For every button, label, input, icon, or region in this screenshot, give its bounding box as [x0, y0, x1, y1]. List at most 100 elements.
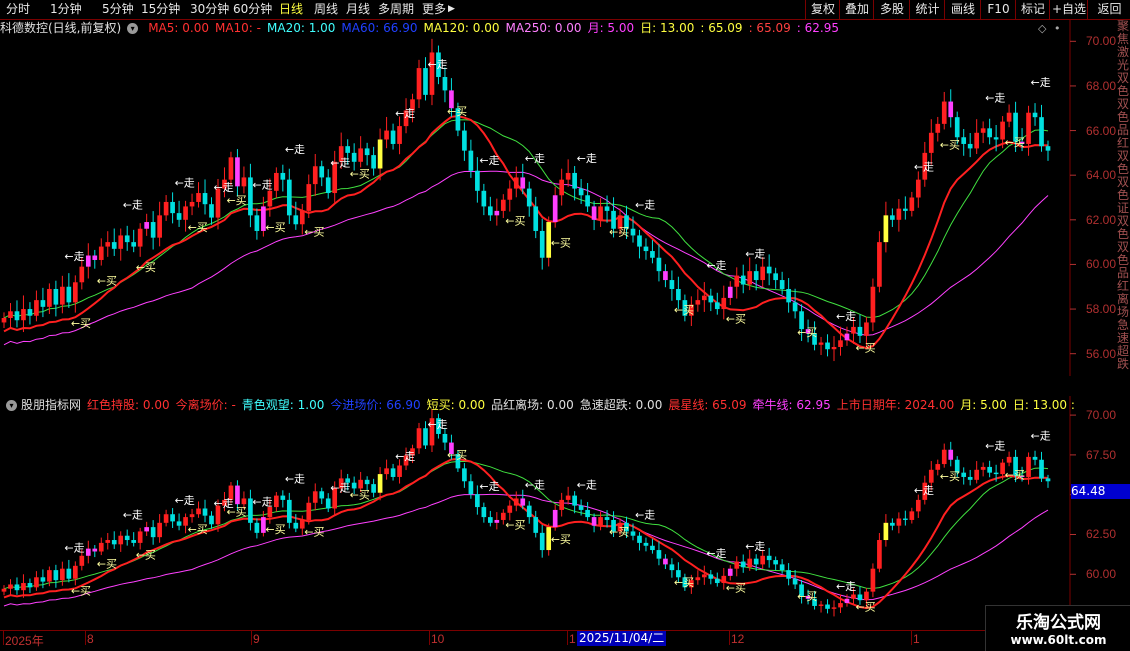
toolbar-button-0[interactable]: 复权 [805, 0, 840, 19]
indicator-candlestick-chart[interactable]: ←走←买←买←走←买←走←买←走←买←走←买←走←买←走←买←走←走←买←走←买… [0, 396, 1130, 630]
watermark-title: 乐淘公式网 [1016, 613, 1101, 633]
period-0[interactable]: 分时 [6, 1, 30, 18]
price-label: 60.00 [1086, 257, 1117, 272]
more-arrow-icon[interactable]: ▶ [448, 1, 455, 18]
candle [980, 121, 986, 144]
candle [254, 208, 260, 240]
candle [974, 119, 980, 154]
candle [293, 201, 299, 230]
sell-signal-label: ←走 [985, 92, 1005, 105]
period-5[interactable]: 60分钟 [233, 1, 272, 18]
toolbar-button-5[interactable]: F10 [980, 0, 1016, 19]
candle [1006, 451, 1012, 467]
date-label: 1 [569, 632, 576, 646]
candle [877, 231, 882, 293]
candle [1026, 105, 1031, 156]
candle [701, 282, 707, 312]
candle [325, 169, 331, 199]
candle [8, 303, 13, 329]
sell-signal-label: ←走 [525, 478, 545, 491]
candle [1, 312, 7, 329]
candle [312, 483, 318, 511]
candle [358, 136, 363, 168]
period-10[interactable]: 更多 [422, 1, 446, 18]
sell-signal-label: ←走 [330, 481, 350, 494]
date-tick [729, 631, 730, 645]
candle [552, 187, 558, 228]
candle [312, 153, 318, 196]
candle [643, 238, 649, 260]
period-9[interactable]: 多周期 [378, 1, 414, 18]
candle [890, 208, 895, 227]
period-6[interactable]: 日线 [279, 1, 303, 18]
sell-signal-label: ←走 [395, 450, 415, 463]
buy-signal-label: ←买 [940, 138, 960, 151]
date-tick [911, 631, 912, 645]
price-label: 70.00 [1086, 408, 1117, 423]
price-label: 64.00 [1086, 168, 1117, 183]
candle [909, 507, 915, 524]
candle [656, 244, 662, 282]
candle [150, 211, 156, 250]
buy-signal-label: ←买 [726, 312, 746, 325]
candle [189, 193, 195, 216]
candle [695, 570, 701, 585]
toolbar-button-6[interactable]: 标记 [1015, 0, 1050, 19]
price-label: 70.00 [1086, 34, 1117, 49]
candle [377, 128, 383, 181]
price-label: 60.00 [1086, 567, 1117, 582]
candle [825, 599, 830, 614]
candle [72, 561, 78, 586]
toolbar-button-7[interactable]: +自选 [1049, 0, 1088, 19]
candle [967, 469, 973, 486]
candle [92, 249, 98, 269]
candle [650, 538, 655, 554]
sell-signal-label: ←走 [252, 179, 272, 192]
buy-signal-label: ←买 [350, 167, 370, 180]
candle [1032, 103, 1038, 126]
candle [786, 563, 791, 586]
period-4[interactable]: 30分钟 [190, 1, 229, 18]
candle [442, 67, 448, 103]
candle [157, 201, 162, 247]
buy-signal-label: ←买 [188, 523, 208, 536]
buy-signal-label: ←买 [304, 225, 324, 238]
period-7[interactable]: 周线 [314, 1, 338, 18]
toolbar-button-4[interactable]: 画线 [944, 0, 981, 19]
toolbar-button-3[interactable]: 统计 [909, 0, 945, 19]
period-3[interactable]: 15分钟 [141, 1, 180, 18]
candle [539, 218, 545, 270]
sell-signal-label: ←走 [706, 547, 726, 560]
candle [766, 547, 772, 568]
candle [903, 510, 908, 526]
candle [877, 533, 882, 573]
candle [760, 257, 766, 288]
buy-signal-label: ←买 [71, 317, 91, 330]
candle [105, 533, 111, 550]
watermark: 乐淘公式网 www.60lt.com [985, 605, 1130, 651]
buy-signal-label: ←买 [226, 506, 246, 519]
cursor-date-label: 2025/11/04/二 [577, 631, 667, 646]
toolbar-button-8[interactable]: 返回 [1087, 0, 1130, 19]
candle [591, 200, 597, 231]
sell-signal-label: ←走 [577, 152, 597, 165]
toolbar-button-1[interactable]: 叠加 [839, 0, 874, 19]
toolbar-button-2[interactable]: 多股 [873, 0, 910, 19]
candle [928, 119, 934, 165]
main-candlestick-chart[interactable]: ←走←买←买←走←买←走←买←走←买←走←买←走←买←走←买←走←走←买←走←买… [0, 19, 1130, 395]
candle [591, 513, 597, 533]
candle [695, 289, 701, 312]
candle [14, 577, 20, 595]
period-2[interactable]: 5分钟 [102, 1, 134, 18]
candle [1039, 451, 1044, 482]
candle [137, 527, 143, 550]
candle [1045, 140, 1051, 161]
period-8[interactable]: 月线 [346, 1, 370, 18]
period-1[interactable]: 1分钟 [50, 1, 82, 18]
candle [27, 578, 33, 593]
candle [157, 514, 162, 543]
candle [280, 164, 286, 192]
candle [176, 200, 182, 227]
candle [163, 509, 169, 527]
buy-signal-label: ←买 [1005, 468, 1025, 481]
